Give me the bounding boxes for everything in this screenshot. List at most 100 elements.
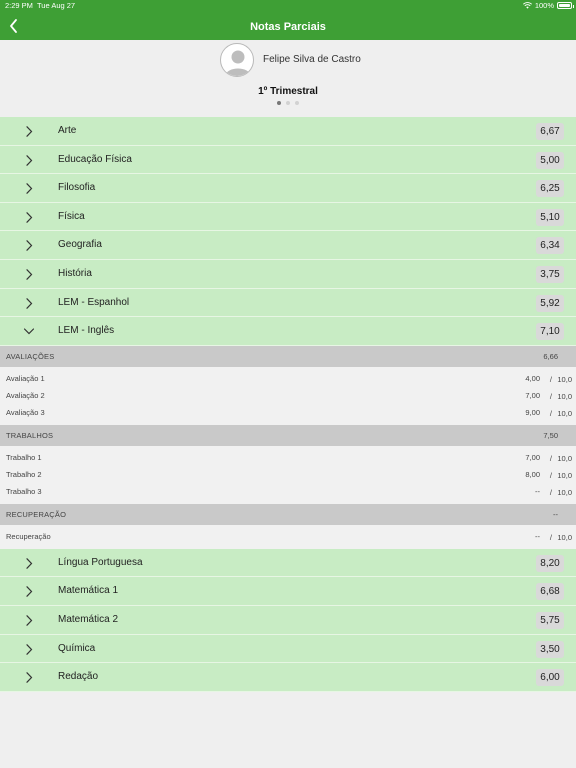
subject-label: Física	[58, 210, 85, 222]
page-dot[interactable]	[286, 101, 290, 105]
section-average: 6,66	[543, 351, 558, 361]
subject-row[interactable]: História 3,75	[0, 259, 576, 289]
chevron-right-icon	[26, 183, 33, 194]
avatar	[220, 43, 254, 77]
grade-item-label: Trabalho 1	[6, 452, 42, 462]
grade-badge: 3,50	[536, 640, 564, 658]
chevron-right-icon	[26, 615, 33, 626]
grade-item-score: --	[535, 531, 540, 541]
subjects-before: Arte 6,67 Educação Física 5,00 Filosofia 6,25…	[0, 117, 576, 318]
battery-icon	[557, 2, 574, 9]
page-dot[interactable]	[295, 101, 299, 105]
subject-row[interactable]: Língua Portuguesa 8,20	[0, 548, 576, 578]
status-date: Tue Aug 27	[37, 1, 76, 10]
grade-item-separator: /	[549, 470, 552, 480]
subject-label: LEM - Inglês	[58, 325, 115, 337]
grade-item-score: 8,00	[525, 469, 540, 479]
status-time: 2:29 PM	[5, 1, 33, 10]
subject-row[interactable]: Educação Física 5,00	[0, 145, 576, 175]
grade-badge: 5,10	[536, 208, 564, 226]
grade-item-label: Avaliação 3	[6, 407, 45, 417]
subject-label: Redação	[58, 671, 99, 683]
section-header: AVALIAÇÕES 6,66	[0, 345, 576, 367]
grade-item-max: 10,0	[557, 453, 572, 463]
grade-badge: 6,34	[536, 237, 564, 255]
page-title: Notas Parciais	[250, 21, 326, 33]
grade-item-label: Avaliação 1	[6, 373, 45, 383]
grade-item-label: Trabalho 3	[6, 486, 42, 496]
section-label: AVALIAÇÕES	[6, 351, 55, 361]
subject-row[interactable]: Matemática 2 5,75	[0, 605, 576, 635]
subject-row[interactable]: Química 3,50	[0, 634, 576, 664]
grade-item-score: 9,00	[525, 407, 540, 417]
grade-item-row: Avaliação 3 9,00 / 10,0	[0, 404, 576, 421]
grade-item-row: Trabalho 3 -- / 10,0	[0, 483, 576, 500]
subject-row[interactable]: LEM - Espanhol 5,92	[0, 288, 576, 318]
subject-label: Educação Física	[58, 153, 132, 165]
page-indicator[interactable]	[277, 101, 299, 105]
chevron-right-icon	[26, 211, 33, 223]
grade-badge: 3,75	[536, 265, 564, 283]
student-profile: Felipe Silva de Castro 1º Trimestral	[0, 40, 576, 117]
grade-badge: 5,00	[536, 151, 564, 169]
subject-label: Língua Portuguesa	[58, 556, 143, 568]
grade-item-row: Avaliação 1 4,00 / 10,0	[0, 370, 576, 387]
subject-row[interactable]: Física 5,10	[0, 202, 576, 232]
grade-item-separator: /	[549, 487, 552, 497]
grade-badge: 6,67	[536, 123, 564, 140]
subject-row[interactable]: Filosofia 6,25	[0, 174, 576, 203]
section-label: TRABALHOS	[6, 430, 54, 440]
section-label: RECUPERAÇÃO	[6, 509, 67, 519]
grade-item-max: 10,0	[557, 374, 572, 384]
section-header: RECUPERAÇÃO --	[0, 503, 576, 525]
grade-item-label: Recuperação	[6, 531, 51, 541]
subject-row[interactable]: Matemática 1 6,68	[0, 577, 576, 606]
grade-item-score: --	[535, 486, 540, 496]
subject-row[interactable]: Geografia 6,34	[0, 231, 576, 260]
grade-badge: 5,92	[536, 294, 564, 312]
detail-block: Avaliação 1 4,00 / 10,0 Avaliação 2 7,00 / 10,0…	[0, 366, 576, 425]
chevron-right-icon	[26, 154, 33, 166]
wifi-icon	[522, 2, 532, 9]
chevron-right-icon	[26, 557, 33, 569]
subject-label: Matemática 1	[58, 585, 119, 597]
grade-item-separator: /	[549, 374, 552, 384]
subject-label: Geografia	[58, 239, 102, 251]
subject-row-expanded[interactable]: LEM - Inglês 7,10	[0, 317, 576, 346]
subject-label: LEM - Espanhol	[58, 296, 130, 308]
grade-item-max: 10,0	[557, 391, 572, 401]
navigation-bar: 2:29 PM Tue Aug 27 100% Notas Parciais	[0, 0, 576, 40]
grade-badge: 7,10	[536, 323, 564, 341]
grade-details: AVALIAÇÕES 6,66 Avaliação 1 4,00/10,0 Avalia…	[0, 345, 576, 549]
chevron-right-icon	[26, 269, 33, 280]
status-bar: 2:29 PM Tue Aug 27 100%	[0, 0, 576, 12]
grade-badge: 5,75	[536, 611, 564, 629]
page-dot[interactable]	[277, 101, 281, 105]
grade-item-separator: /	[549, 453, 552, 463]
grade-item-score: 7,00	[525, 452, 540, 462]
section-header: TRABALHOS 7,50	[0, 424, 576, 446]
chevron-right-icon	[26, 586, 33, 598]
grade-item-max: 10,0	[557, 532, 572, 542]
grade-item-row: Recuperação -- / 10,0	[0, 528, 576, 545]
grade-badge: 6,00	[536, 669, 564, 687]
grade-badge: 6,68	[536, 583, 564, 601]
subject-row[interactable]: Redação 6,00	[0, 663, 576, 692]
subject-label: Arte	[58, 125, 77, 136]
grade-badge: 6,25	[536, 180, 564, 198]
chevron-right-icon	[26, 643, 33, 655]
subject-label: Química	[58, 642, 96, 654]
chevron-right-icon	[26, 126, 33, 137]
grade-item-row: Trabalho 1 7,00 / 10,0	[0, 449, 576, 466]
grade-item-label: Trabalho 2	[6, 469, 42, 479]
chevron-right-icon	[26, 297, 33, 309]
detail-block: Trabalho 1 7,00/10,0 Trabalho 2 8,00/10,0 Tr…	[0, 445, 576, 504]
section-average: 7,50	[543, 430, 558, 440]
grade-item-label: Avaliação 2	[6, 390, 45, 400]
subject-row[interactable]: Arte 6,67	[0, 117, 576, 146]
grade-item-max: 10,0	[557, 470, 572, 480]
student-name: Felipe Silva de Castro	[263, 54, 361, 65]
term-title: 1º Trimestral	[258, 86, 318, 97]
subject-label: História	[58, 267, 92, 279]
grade-item-separator: /	[549, 532, 552, 542]
